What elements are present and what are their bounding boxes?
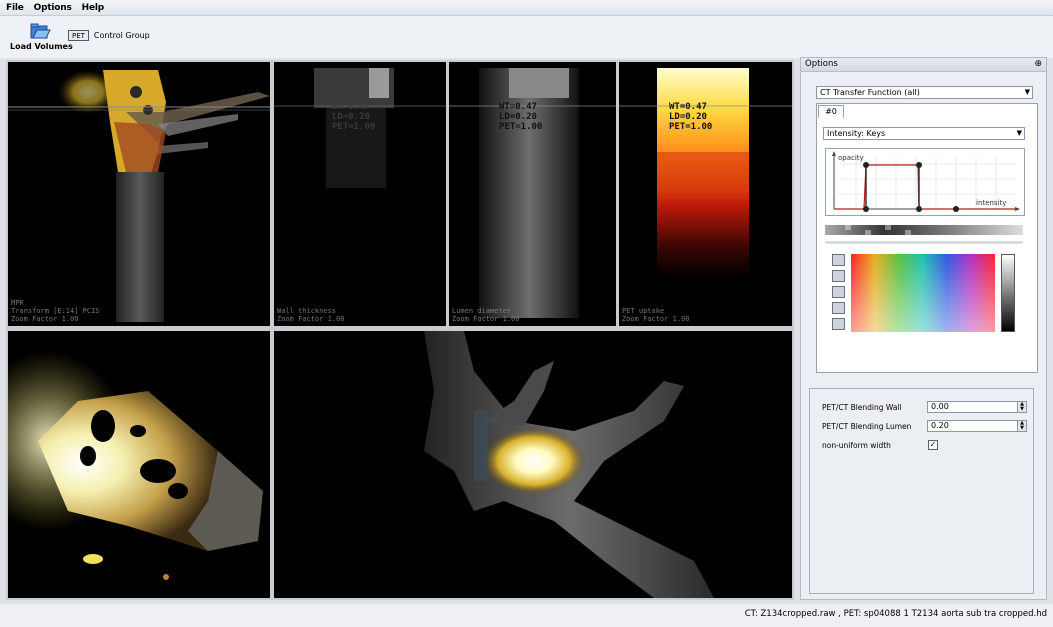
mpr-image xyxy=(8,70,270,322)
chevron-down-icon: ▼ xyxy=(1016,129,1022,137)
lumen-diameter-roi: WT=0.47 LD=0.20 PET=1.00 xyxy=(499,102,543,132)
open-file-icon[interactable] xyxy=(832,302,845,314)
blend-wall-spinbox[interactable]: 0.00 ▲ ▼ xyxy=(927,401,1027,413)
pet-uptake-roi: WT=0.47 LD=0.20 PET=1.00 xyxy=(669,102,713,132)
aorta-3d-viewport[interactable] xyxy=(274,331,792,598)
toolbar: Load Volumes PET Control Group xyxy=(0,16,1053,58)
load-volumes-button[interactable]: Load Volumes xyxy=(10,20,73,54)
control-group-selector[interactable]: PET Control Group xyxy=(68,30,150,41)
save-icon[interactable] xyxy=(832,318,845,330)
mpr-overlay-text: MPR Transform [E:14] PCIS Zoom Factor 1.… xyxy=(11,299,100,323)
blend-wall-label: PET/CT Blending Wall xyxy=(822,403,902,412)
intensity-dropdown[interactable]: Intensity: Keys ▼ xyxy=(823,127,1025,140)
color-picker[interactable] xyxy=(851,254,995,332)
folder-open-icon xyxy=(29,22,51,40)
wall-thickness-viewport[interactable]: WT=0.47 LD=0.20 PET=1.00 Wall thickness … xyxy=(274,62,446,326)
cross-section-3d-viewport[interactable] xyxy=(8,331,270,598)
menu-file[interactable]: File xyxy=(6,3,24,13)
nonuniform-label: non-uniform width xyxy=(822,441,891,450)
aorta-3d-image xyxy=(424,331,714,598)
menu-help[interactable]: Help xyxy=(82,3,105,13)
viewport-area: MPR Transform [E:14] PCIS Zoom Factor 1.… xyxy=(6,60,794,600)
divider xyxy=(825,241,1023,244)
pet-uptake-viewport[interactable]: WT=0.47 LD=0.20 PET=1.00 PET uptake Zoom… xyxy=(619,62,792,326)
options-panel: Options ⊕ CT Transfer Function (all) ▼ #… xyxy=(800,57,1047,600)
status-text: CT: Z134cropped.raw , PET: sp04088 1 T21… xyxy=(744,609,1047,619)
control-group-label: Control Group xyxy=(93,31,150,40)
wall-thickness-roi: WT=0.47 LD=0.20 PET=1.00 xyxy=(332,102,376,132)
spin-arrows-icon[interactable]: ▲ ▼ xyxy=(1017,421,1026,431)
blend-wall-value: 0.00 xyxy=(931,402,949,411)
intensity-histogram-bar xyxy=(825,225,1023,235)
lumen-diameter-overlay: Lumen diameter Zoom Factor 1.00 xyxy=(452,307,520,323)
spin-arrows-icon[interactable]: ▲ ▼ xyxy=(1017,402,1026,412)
blend-lumen-value: 0.20 xyxy=(931,421,949,430)
nonuniform-checkbox[interactable]: ✓ xyxy=(928,440,938,450)
transfer-function-dropdown[interactable]: CT Transfer Function (all) ▼ xyxy=(816,86,1033,99)
magnet-icon[interactable] xyxy=(832,254,845,266)
intensity-value: Intensity: Keys xyxy=(827,129,886,138)
cross-section-3d-image xyxy=(8,351,263,580)
transfer-function-value: CT Transfer Function (all) xyxy=(820,88,920,97)
wall-thickness-overlay: Wall thickness Zoom Factor 1.00 xyxy=(277,307,345,323)
transfer-function-graph[interactable]: opacity intensity xyxy=(825,148,1025,216)
mpr-viewport[interactable]: MPR Transform [E:14] PCIS Zoom Factor 1.… xyxy=(8,62,270,326)
lumen-diameter-viewport[interactable]: WT=0.47 LD=0.20 PET=1.00 Lumen diameter … xyxy=(449,62,616,326)
blend-lumen-label: PET/CT Blending Lumen xyxy=(822,422,912,431)
axis-y-label: opacity xyxy=(838,154,864,162)
blend-lumen-spinbox[interactable]: 0.20 ▲ ▼ xyxy=(927,420,1027,432)
options-title-label: Options xyxy=(805,59,838,69)
tab-0[interactable]: #0 xyxy=(818,105,844,118)
pet-uptake-overlay: PET uptake Zoom Factor 1.00 xyxy=(622,307,690,323)
histogram-icon[interactable] xyxy=(832,270,845,282)
chevron-down-icon: ▼ xyxy=(1024,88,1030,96)
axis-x-label: intensity xyxy=(976,199,1006,207)
load-volumes-label: Load Volumes xyxy=(10,42,73,51)
menu-bar: File Options Help xyxy=(0,0,1053,16)
blending-settings-group: PET/CT Blending Wall 0.00 ▲ ▼ PET/CT Blen… xyxy=(809,388,1034,594)
menu-options[interactable]: Options xyxy=(34,3,72,13)
status-bar: CT: Z134cropped.raw , PET: sp04088 1 T21… xyxy=(0,604,1053,627)
options-panel-title: Options ⊕ xyxy=(801,58,1046,72)
pin-icon[interactable]: ⊕ xyxy=(1034,59,1042,69)
pet-badge: PET xyxy=(68,30,89,41)
transfer-function-box xyxy=(816,103,1038,373)
color-fill-icon[interactable] xyxy=(832,286,845,298)
brightness-slider[interactable] xyxy=(1001,254,1015,332)
